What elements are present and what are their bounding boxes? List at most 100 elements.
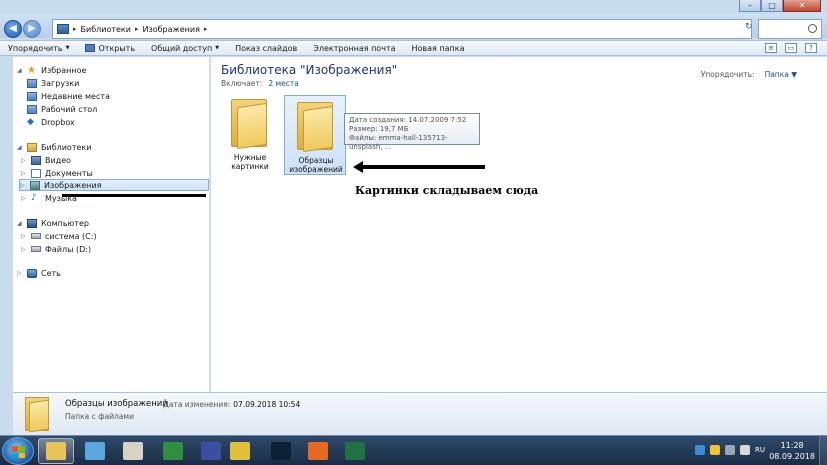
nav-item-documents[interactable]: ▷ Документы: [21, 167, 93, 179]
nav-item-downloads[interactable]: Загрузки: [27, 77, 79, 89]
expand-icon[interactable]: ▷: [21, 233, 27, 240]
breadcrumb-images[interactable]: Изображения: [142, 25, 199, 34]
folder-icon: [231, 99, 269, 150]
expand-icon[interactable]: ▷: [21, 170, 27, 177]
expand-icon[interactable]: ▷: [21, 246, 27, 253]
nav-item-images[interactable]: ▷ Изображения: [19, 179, 209, 191]
help-icon[interactable]: ?: [805, 43, 817, 53]
search-input[interactable]: [758, 19, 822, 39]
taskbar-windows-media-button[interactable]: [77, 438, 113, 464]
collapse-icon[interactable]: ◢: [17, 67, 23, 74]
open-button[interactable]: Открыть: [77, 44, 143, 53]
back-button[interactable]: ◀: [4, 20, 22, 38]
photoshop-icon: [271, 442, 291, 460]
nav-label: Видео: [45, 155, 72, 165]
dropdown-arrow-icon: ▼: [215, 45, 220, 51]
nav-item-recent[interactable]: Недавние места: [27, 90, 110, 102]
arrange-by: Упорядочить: Папка ▼: [701, 70, 797, 79]
nav-network[interactable]: ▷ Сеть: [17, 267, 61, 279]
email-button[interactable]: Электронная почта: [305, 44, 403, 53]
expand-icon[interactable]: ▷: [17, 270, 23, 277]
nav-item-video[interactable]: ▷ Видео: [21, 154, 71, 166]
view-options-icon[interactable]: ≡: [765, 43, 777, 53]
taskbar-excel-button[interactable]: [337, 438, 373, 464]
windows-media-icon: [85, 442, 105, 460]
excel-icon: [345, 442, 365, 460]
music-icon: ♪: [31, 192, 37, 203]
nav-item-drive-d[interactable]: ▷ Файлы (D:): [21, 243, 91, 255]
nav-label: Избранное: [41, 65, 87, 75]
firefox-icon: [308, 442, 328, 460]
breadcrumb-libraries[interactable]: Библиотеки: [81, 25, 131, 34]
organize-button[interactable]: Упорядочить ▼: [0, 44, 77, 53]
expand-icon[interactable]: ▷: [21, 157, 27, 164]
start-button[interactable]: [2, 437, 34, 465]
collapse-icon[interactable]: ◢: [17, 144, 23, 151]
taskbar-firefox-button[interactable]: [300, 438, 336, 464]
libraries-icon: [57, 24, 69, 34]
share-button[interactable]: Общий доступ ▼: [143, 44, 227, 53]
images-icon: [30, 180, 40, 190]
refresh-icon[interactable]: ↻: [745, 22, 753, 32]
folder-tile-selected[interactable]: Образцы изображений: [284, 95, 346, 175]
taskbar-chrome-button[interactable]: [222, 438, 258, 464]
search-icon: [808, 24, 817, 33]
expand-icon[interactable]: ▷: [21, 195, 27, 202]
window-controls: – □ ✕: [739, 0, 821, 14]
clock[interactable]: 11:28 08.09.2018: [769, 440, 815, 462]
breadcrumb-separator: ▸: [73, 25, 77, 33]
downloads-icon: [27, 78, 37, 88]
show-desktop-button[interactable]: [819, 436, 827, 465]
date-label: Дата изменения:: [163, 400, 231, 409]
desktop-icon: [27, 104, 37, 114]
arrange-value-dropdown[interactable]: Папка ▼: [765, 70, 797, 79]
nav-item-desktop[interactable]: Рабочий стол: [27, 103, 97, 115]
flag-icon[interactable]: [740, 445, 750, 455]
collapse-icon[interactable]: ◢: [17, 220, 23, 227]
star-icon: ★: [27, 64, 36, 76]
slideshow-button[interactable]: Показ слайдов: [227, 44, 305, 53]
new-folder-button[interactable]: Новая папка: [403, 44, 472, 53]
nav-favorites[interactable]: ◢ ★ Избранное: [17, 64, 86, 76]
taskbar-explorer-button[interactable]: [38, 438, 74, 464]
recent-places-icon: [27, 91, 37, 101]
minimize-button[interactable]: –: [739, 0, 761, 12]
address-bar[interactable]: ▸ Библиотеки ▸ Изображения ▸: [52, 19, 752, 39]
nav-label: Документы: [45, 168, 93, 178]
taskbar-photoshop-button[interactable]: [263, 438, 299, 464]
taskbar-excel-green-button[interactable]: [155, 438, 191, 464]
chrome-icon: [230, 442, 250, 460]
breadcrumb-separator[interactable]: ▸: [204, 25, 208, 33]
preview-pane-icon[interactable]: ▭: [785, 43, 797, 53]
library-includes: Включает: 2 места: [221, 79, 299, 88]
volume-icon[interactable]: [725, 445, 735, 455]
nav-label: Файлы (D:): [45, 244, 92, 254]
dropbox-tray-icon[interactable]: [710, 445, 720, 455]
maximize-button[interactable]: □: [761, 0, 783, 12]
details-date: Дата изменения: 07.09.2018 10:54: [163, 400, 300, 409]
expand-icon[interactable]: ▷: [20, 182, 26, 189]
taskbar: RU 11:28 08.09.2018: [0, 435, 827, 465]
nav-libraries[interactable]: ◢ Библиотеки: [17, 141, 91, 153]
network-tray-icon[interactable]: [695, 445, 705, 455]
close-button[interactable]: ✕: [783, 0, 821, 12]
nav-item-dropbox[interactable]: ◆ Dropbox: [27, 116, 75, 128]
details-name: Образцы изображений: [65, 399, 168, 409]
email-label: Электронная почта: [313, 43, 396, 53]
tooltip-created: Дата создания: 14.07.2009 7:52: [349, 116, 467, 124]
tooltip-size: Размер: 19,7 МБ: [349, 125, 409, 133]
nav-label: Рабочий стол: [41, 104, 98, 114]
save-disk-icon: [201, 442, 221, 460]
language-indicator[interactable]: RU: [755, 446, 765, 454]
nav-computer[interactable]: ◢ Компьютер: [17, 217, 89, 229]
open-label: Открыть: [98, 43, 136, 53]
includes-locations-link[interactable]: 2 места: [268, 79, 299, 88]
taskbar-paint-button[interactable]: [115, 438, 151, 464]
nav-item-drive-c[interactable]: ▷ система (C:): [21, 230, 97, 242]
folder-tile[interactable]: Нужные картинки: [219, 93, 281, 173]
forward-button[interactable]: ▶: [23, 20, 41, 38]
explorer-icon: [46, 442, 66, 460]
breadcrumb-separator[interactable]: ▸: [135, 25, 139, 33]
arrange-label: Упорядочить:: [700, 70, 755, 79]
nav-label: Сеть: [41, 268, 61, 278]
